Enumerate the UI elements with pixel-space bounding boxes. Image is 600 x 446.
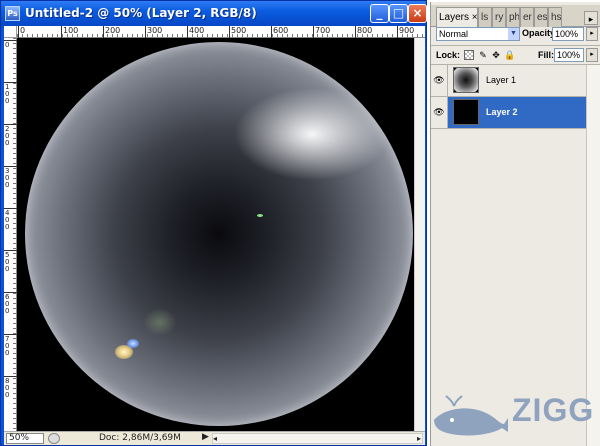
chevron-down-icon[interactable]: ▼ xyxy=(508,28,519,40)
layer-thumbnail xyxy=(453,99,479,125)
tab-paths[interactable]: ph xyxy=(506,7,520,27)
title-bar[interactable]: Ps Untitled-2 @ 50% (Layer 2, RGB/8) _ □… xyxy=(1,1,427,26)
lens-flare-green xyxy=(257,214,263,217)
minimize-button[interactable]: _ xyxy=(370,4,389,23)
tab-layers-label: Layers xyxy=(439,12,470,23)
palette-menu-icon[interactable]: ▸ xyxy=(584,11,598,25)
fill-field[interactable]: 100% xyxy=(554,48,584,62)
fill-label: Fill: xyxy=(538,50,554,60)
image-canvas[interactable] xyxy=(17,38,414,431)
horizontal-ruler[interactable]: 0 100 200 300 400 500 600 700 800 900 xyxy=(17,26,425,38)
document-title: Untitled-2 @ 50% (Layer 2, RGB/8) xyxy=(25,6,257,20)
lock-row: Lock: ✎ ✥ 🔒 Fill: 100% ▸ xyxy=(431,45,600,65)
palette-tab-row: Layers × ls ry ph er es hs ▸ xyxy=(431,5,600,28)
ruler-label: 200 xyxy=(105,26,121,35)
layer-row-layer-1[interactable]: 👁 Layer 1 xyxy=(431,65,586,97)
close-button[interactable]: × xyxy=(408,4,427,23)
canvas-area: 0 100 200 300 400 500 600 700 800 900 0 … xyxy=(4,26,425,445)
ruler-label: 300 xyxy=(147,26,163,35)
visibility-eye-icon[interactable]: 👁 xyxy=(431,97,448,128)
ruler-label: 800 xyxy=(5,377,10,399)
opacity-slider-button[interactable]: ▸ xyxy=(586,27,598,41)
tab-history[interactable]: ry xyxy=(492,7,506,27)
tab-close-icon[interactable]: × xyxy=(472,12,477,23)
navigator-icon[interactable] xyxy=(48,433,60,444)
ruler-label: 600 xyxy=(5,293,10,315)
lock-label: Lock: xyxy=(436,50,461,60)
ruler-label: 100 xyxy=(5,83,10,105)
document-window: Ps Untitled-2 @ 50% (Layer 2, RGB/8) _ □… xyxy=(0,0,427,446)
vertical-scrollbar[interactable] xyxy=(414,38,425,431)
watermark-text: ZIGG xyxy=(512,392,595,428)
maximize-button[interactable]: □ xyxy=(389,4,408,23)
tab-layers[interactable]: Layers × xyxy=(436,7,478,28)
ruler-label: 0 xyxy=(5,41,10,49)
layer-name: Layer 1 xyxy=(486,75,517,85)
ruler-label: 400 xyxy=(5,209,10,231)
ruler-label: 500 xyxy=(5,251,10,273)
tab-brushes[interactable]: hs xyxy=(548,7,562,27)
opacity-field[interactable]: 100% xyxy=(552,27,584,41)
zigg-watermark: ZIGG xyxy=(430,388,600,446)
layers-palette: Layers × ls ry ph er es hs ▸ Normal ▼ Op… xyxy=(430,2,600,446)
scroll-right-icon[interactable]: ▸ xyxy=(417,434,421,443)
lock-position-icon[interactable]: ✥ xyxy=(491,50,501,60)
visibility-eye-icon[interactable]: 👁 xyxy=(431,65,448,96)
tab-styles[interactable]: es xyxy=(534,7,548,27)
blend-mode-select[interactable]: Normal ▼ xyxy=(436,27,520,41)
ruler-label: 600 xyxy=(273,26,289,35)
horizontal-scrollbar[interactable]: ◂ ▸ xyxy=(212,433,423,444)
layer-name: Layer 2 xyxy=(486,107,518,117)
ruler-label: 900 xyxy=(399,26,415,35)
tab-channels[interactable]: ls xyxy=(478,7,492,27)
ruler-label: 800 xyxy=(357,26,373,35)
ruler-label: 700 xyxy=(5,335,10,357)
fill-slider-button[interactable]: ▸ xyxy=(586,48,598,62)
zoom-level-field[interactable]: 50% xyxy=(6,433,44,444)
layer-thumbnail xyxy=(453,67,479,93)
status-menu-arrow-icon[interactable]: ▶ xyxy=(202,432,209,442)
lock-pixels-icon[interactable]: ✎ xyxy=(478,50,488,60)
document-size-info: Doc: 2,86M/3,69M xyxy=(99,433,181,443)
ruler-label: 400 xyxy=(189,26,205,35)
layer-row-layer-2[interactable]: 👁 Layer 2 xyxy=(431,97,586,129)
ruler-label: 500 xyxy=(231,26,247,35)
ruler-origin[interactable] xyxy=(4,26,17,38)
status-bar: 50% Doc: 2,86M/3,69M ▶ ◂ ▸ xyxy=(4,431,425,445)
lens-flare-blue xyxy=(127,339,139,348)
lock-all-icon[interactable]: 🔒 xyxy=(504,50,515,60)
lens-flare-ring xyxy=(143,308,177,336)
whale-logo-icon xyxy=(434,395,508,436)
scroll-left-icon[interactable]: ◂ xyxy=(213,434,217,443)
ruler-label: 0 xyxy=(20,26,26,35)
blend-mode-value: Normal xyxy=(439,29,469,39)
lock-transparency-icon[interactable] xyxy=(464,50,474,60)
tab-character[interactable]: er xyxy=(520,7,534,27)
ruler-label: 200 xyxy=(5,125,10,147)
glass-sphere-artwork xyxy=(25,42,413,426)
ruler-label: 700 xyxy=(315,26,331,35)
ruler-label: 100 xyxy=(63,26,79,35)
ruler-label: 300 xyxy=(5,167,10,189)
vertical-ruler[interactable]: 0 100 200 300 400 500 600 700 800 xyxy=(4,38,17,431)
photoshop-app-icon[interactable]: Ps xyxy=(5,6,20,21)
